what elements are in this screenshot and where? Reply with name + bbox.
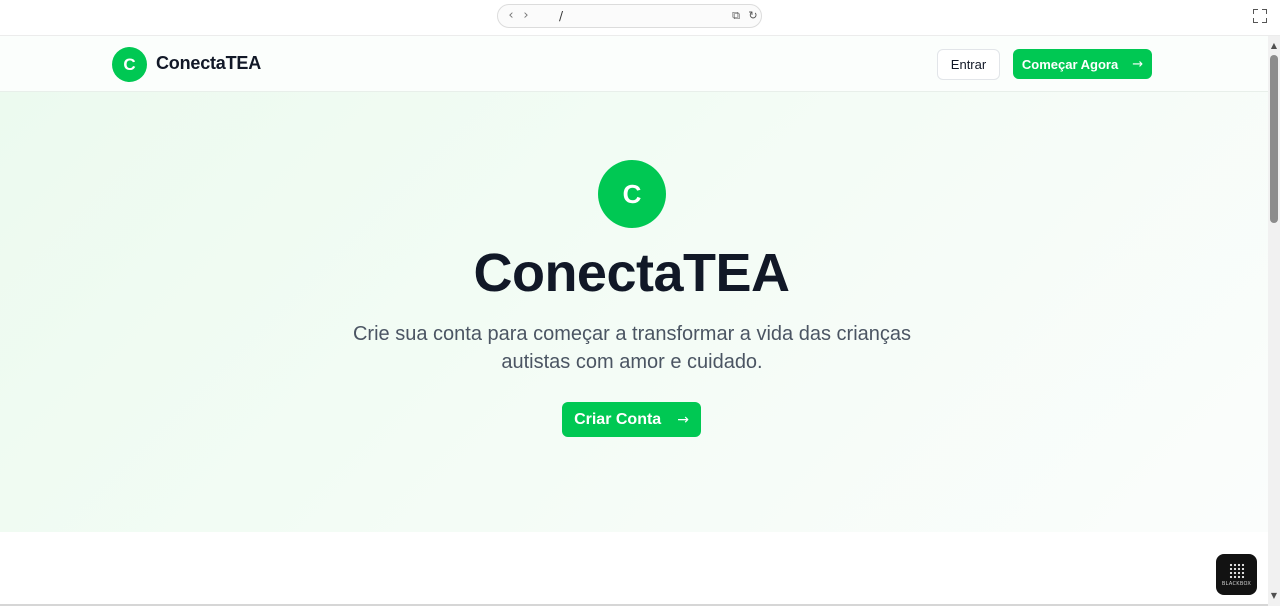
create-account-label: Criar Conta [574, 410, 662, 428]
brand-name[interactable]: ConectaTEA [156, 53, 261, 74]
dots-grid-icon [1228, 562, 1245, 579]
url-text[interactable]: / [559, 9, 563, 23]
brand-logo[interactable]: C [112, 47, 147, 82]
site-header: C ConectaTEA Entrar Começar Agora → [0, 36, 1268, 92]
address-bar[interactable]: ‹ › / ⧉ ↻ [497, 4, 762, 28]
hero-section: C ConectaTEA Crie sua conta para começar… [0, 92, 1268, 532]
get-started-label: Começar Agora [1021, 56, 1119, 72]
login-button[interactable]: Entrar [937, 49, 1000, 80]
back-icon[interactable]: ‹ [504, 8, 518, 24]
widget-label: BLACKBOX [1221, 580, 1252, 587]
arrow-right-icon: → [1132, 56, 1144, 72]
hero-logo: C [598, 160, 666, 228]
scroll-down-icon[interactable]: ▼ [1268, 590, 1280, 602]
reload-icon[interactable]: ↻ [747, 9, 759, 23]
hero-subtitle: Crie sua conta para começar a transforma… [352, 323, 912, 373]
login-button-label: Entrar [950, 57, 987, 72]
assistant-widget[interactable]: BLACKBOX [1216, 554, 1257, 595]
scrollbar-thumb[interactable] [1270, 55, 1278, 223]
arrow-right-icon: → [677, 411, 689, 428]
forward-icon[interactable]: › [519, 8, 533, 24]
fullscreen-icon[interactable] [1253, 9, 1267, 23]
get-started-button[interactable]: Começar Agora → [1013, 49, 1152, 79]
scroll-up-icon[interactable]: ▲ [1268, 40, 1280, 52]
create-account-button[interactable]: Criar Conta → [562, 402, 701, 437]
browser-toolbar: ‹ › / ⧉ ↻ [0, 0, 1280, 36]
open-external-icon[interactable]: ⧉ [730, 9, 742, 23]
hero-title: ConectaTEA [473, 243, 790, 303]
